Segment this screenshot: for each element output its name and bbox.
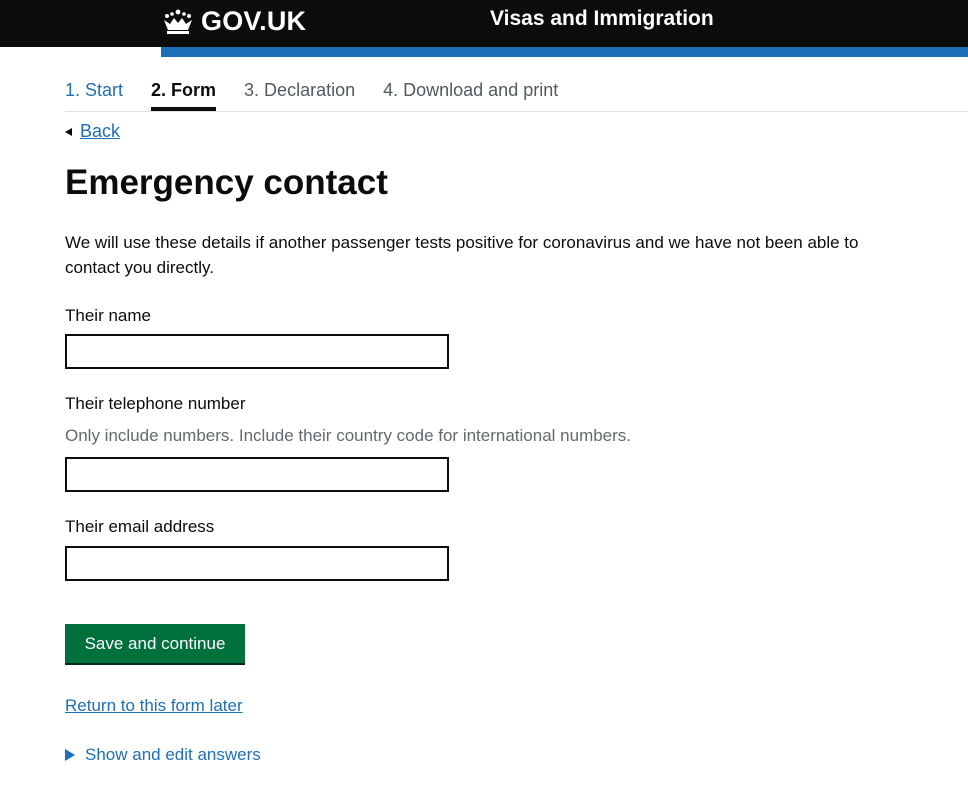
step-download-and-print: 4. Download and print: [383, 80, 559, 100]
step-start[interactable]: 1. Start: [65, 78, 123, 112]
email-input[interactable]: [65, 546, 449, 581]
show-answers-label[interactable]: Show and edit answers: [85, 745, 261, 765]
back-link-container[interactable]: Back: [65, 121, 120, 142]
back-arrow-icon: [65, 127, 72, 136]
header-accent-bar: [161, 47, 968, 57]
service-name[interactable]: Visas and Immigration: [490, 7, 714, 31]
step-navigation: 1. Start 2. Form 3. Declaration 4. Downl…: [65, 78, 586, 112]
step-declaration: 3. Declaration: [244, 80, 356, 100]
govuk-logo-link[interactable]: GOV.UK: [161, 4, 306, 38]
save-and-continue-button[interactable]: Save and continue: [65, 624, 245, 663]
name-label: Their name: [65, 306, 151, 325]
govuk-logo-text: GOV.UK: [201, 5, 307, 36]
return-later-link[interactable]: Return to this form later: [65, 696, 243, 716]
telephone-input[interactable]: [65, 457, 449, 492]
crown-icon: [164, 9, 192, 34]
step-form: 2. Form: [151, 78, 217, 112]
name-input[interactable]: [65, 334, 449, 369]
triangle-right-icon: [65, 749, 75, 761]
telephone-label: Their telephone number: [65, 394, 246, 413]
show-answers-toggle[interactable]: Show and edit answers: [65, 745, 261, 765]
intro-text: We will use these details if another pas…: [65, 233, 859, 277]
steps-divider: [65, 111, 968, 112]
site-header: GOV.UK Visas and Immigration: [0, 0, 968, 47]
telephone-hint: Only include numbers. Include their coun…: [65, 426, 632, 445]
page-title: Emergency contact: [65, 163, 388, 202]
back-link[interactable]: Back: [80, 121, 120, 142]
email-label: Their email address: [65, 517, 215, 536]
